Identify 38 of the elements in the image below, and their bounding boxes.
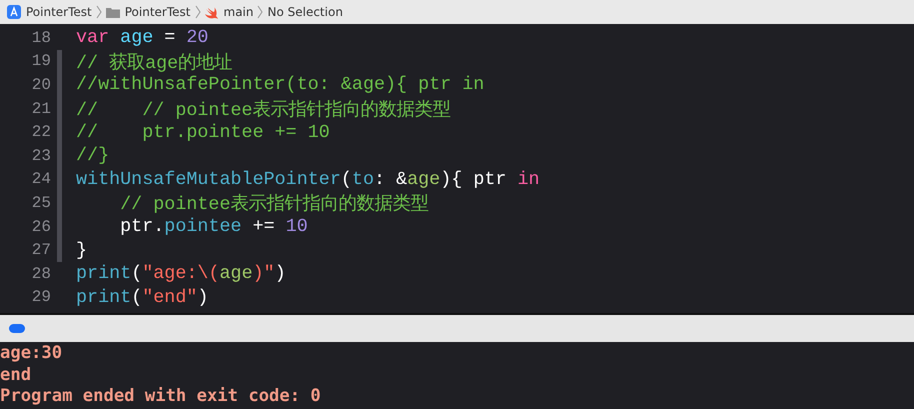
line-number: 20 — [30, 76, 51, 94]
line-number: 28 — [30, 264, 51, 283]
code-line: print("end") — [76, 286, 208, 308]
code-line: withUnsafeMutablePointer(to: &age){ ptr in — [76, 168, 540, 190]
breadcrumb-item[interactable]: main — [224, 5, 254, 19]
console-toggle-icon[interactable] — [9, 324, 25, 333]
code-line: // ptr.pointee += 10 — [76, 122, 330, 143]
code-line: ptr.pointee += 10 — [119, 216, 308, 238]
console-output-line: Program ended with exit code: 0 — [0, 386, 322, 408]
code-line: } — [76, 240, 88, 261]
line-number: 22 — [30, 123, 51, 142]
line-number: 19 — [30, 52, 51, 70]
console-output-line: age:30 — [0, 343, 64, 364]
line-number: 25 — [30, 194, 51, 212]
line-number: 26 — [30, 218, 51, 236]
breadcrumb-item[interactable]: PointerTest — [26, 5, 92, 19]
code-line: var age = 20 — [76, 27, 208, 48]
code-line: print("age:\(age)") — [76, 263, 286, 284]
app-icon — [7, 5, 21, 19]
chevron-icon — [96, 5, 102, 19]
console-output-line: end — [0, 364, 32, 386]
line-number: 27 — [30, 241, 51, 260]
code-line: //withUnsafePointer(to: &age){ ptr in — [76, 74, 484, 96]
line-number: 18 — [30, 28, 51, 47]
breadcrumb-item[interactable]: PointerTest — [124, 5, 190, 19]
chevron-icon — [194, 5, 200, 19]
code-line: // pointee表示指针指向的数据类型 — [119, 192, 429, 216]
code-line: // // pointee表示指针指向的数据类型 — [76, 98, 451, 122]
folder-icon — [106, 6, 120, 18]
chevron-icon — [257, 5, 264, 19]
code-line: // 获取age的地址 — [76, 52, 232, 74]
breadcrumb-item[interactable]: No Selection — [267, 5, 343, 19]
swift-icon — [204, 6, 218, 18]
code-line: //} — [76, 145, 110, 166]
line-number: 23 — [30, 146, 51, 165]
line-number: 24 — [30, 170, 51, 188]
line-number: 21 — [30, 100, 51, 118]
line-number: 29 — [30, 288, 51, 306]
